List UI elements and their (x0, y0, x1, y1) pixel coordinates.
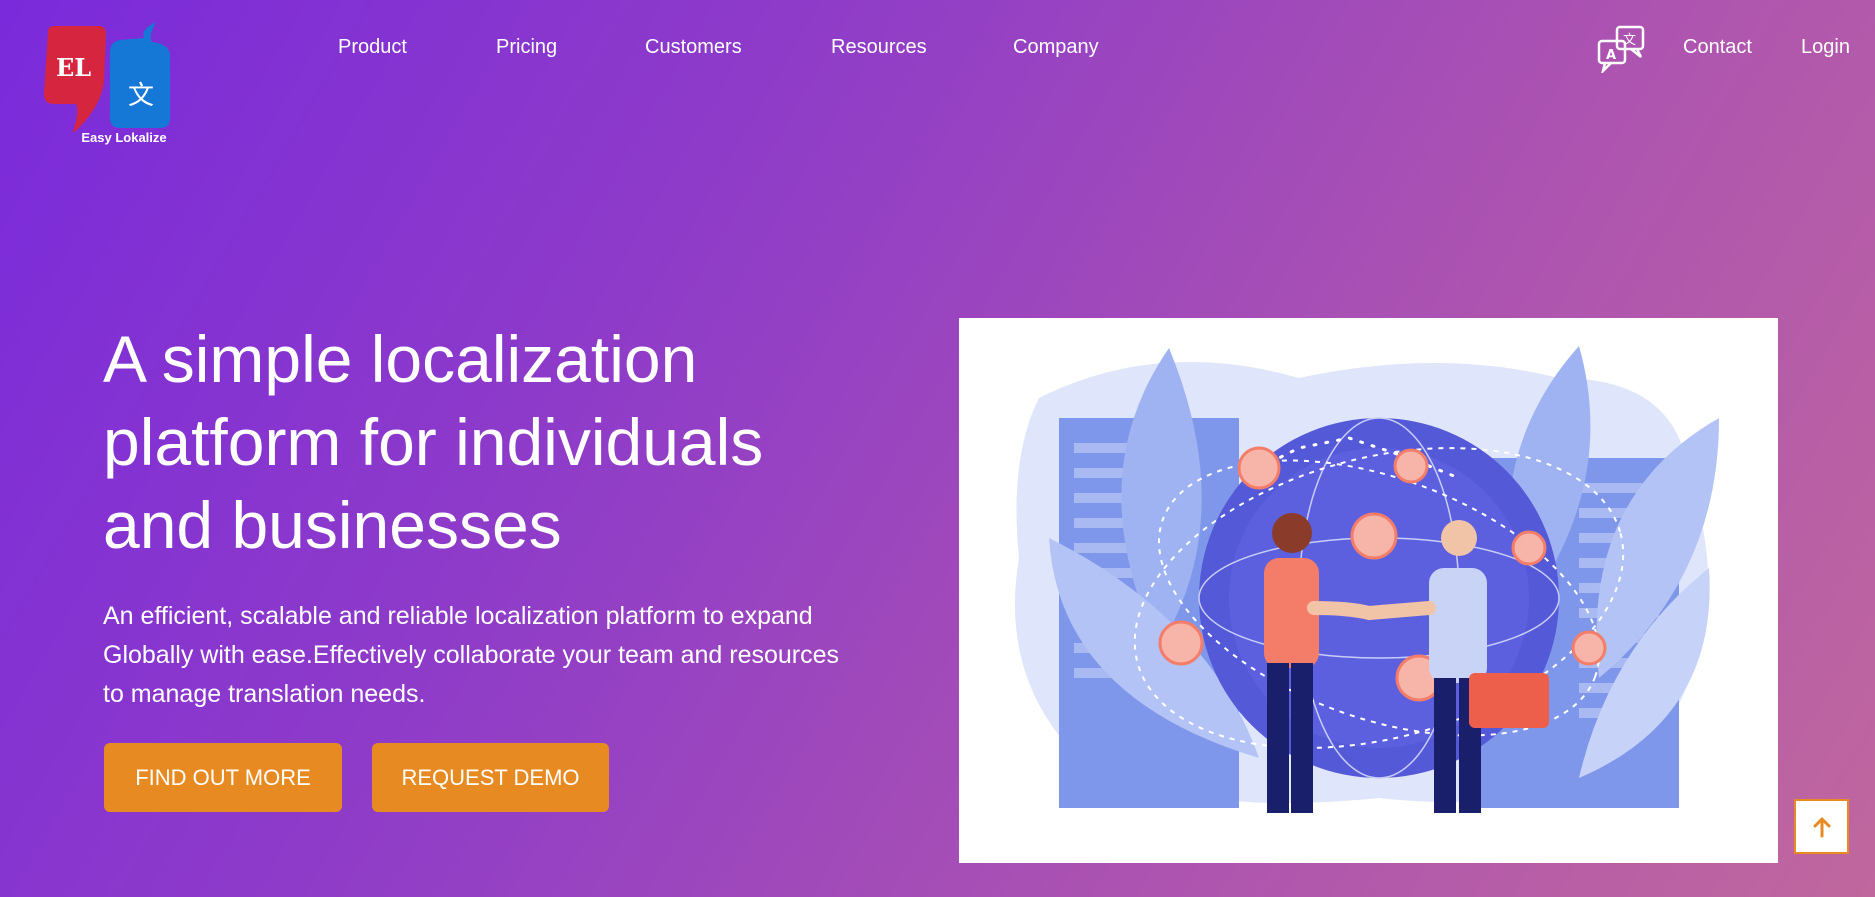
hero-description-line: to manage translation needs. (103, 680, 426, 708)
hero-title-line: A simple localization (103, 322, 698, 396)
nav-item-login[interactable]: Login (1801, 36, 1850, 59)
nav-item-resources[interactable]: Resources (831, 36, 927, 59)
hero-description-line: Globally with ease.Effectively collabora… (103, 641, 840, 669)
nav-item-pricing[interactable]: Pricing (496, 36, 557, 59)
translate-icon[interactable]: A 文 (1597, 25, 1647, 76)
find-out-more-button[interactable]: FIND OUT MORE (104, 743, 342, 812)
nav-item-company[interactable]: Company (1013, 36, 1099, 59)
nav-item-product[interactable]: Product (338, 36, 407, 59)
logo-glyph: 文 (128, 81, 154, 111)
logo-graphic: EL 文 (44, 22, 170, 134)
back-to-top-button[interactable] (1794, 799, 1849, 854)
hero-title: A simple localization platform for indiv… (103, 318, 863, 567)
brand-logo[interactable]: EL 文 Easy Lokalize (40, 22, 180, 152)
hero-title-line: and businesses (103, 488, 562, 562)
svg-text:A: A (1606, 48, 1616, 63)
brand-name: Easy Lokalize (81, 130, 167, 145)
nav-item-customers[interactable]: Customers (645, 36, 742, 59)
svg-text:文: 文 (1623, 33, 1636, 48)
arrow-up-icon (1813, 817, 1830, 837)
request-demo-button[interactable]: REQUEST DEMO (372, 743, 609, 812)
logo-el-text: EL (56, 53, 91, 82)
hero-description: An efficient, scalable and reliable loca… (103, 597, 923, 714)
hero-title-line: platform for individuals (103, 405, 764, 479)
nav-item-contact[interactable]: Contact (1683, 36, 1752, 59)
hero-illustration (959, 318, 1778, 863)
hero-description-line: An efficient, scalable and reliable loca… (103, 602, 813, 630)
